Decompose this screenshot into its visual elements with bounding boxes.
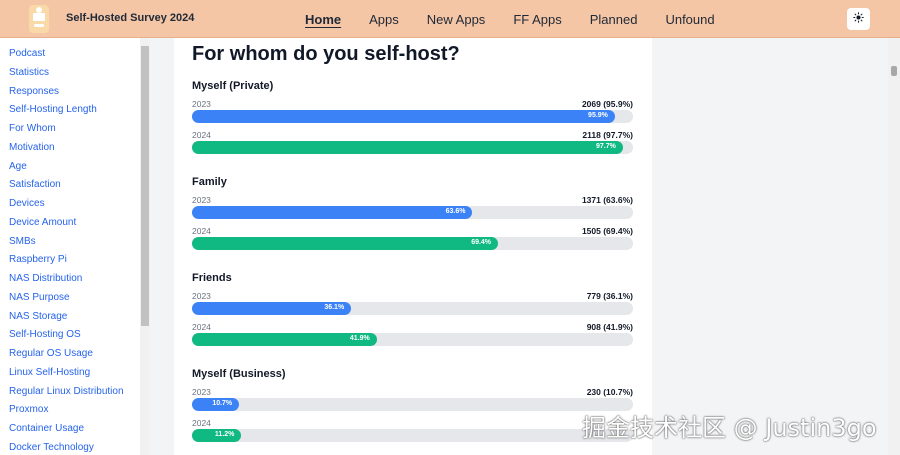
progress-track: 36.1% <box>192 302 633 315</box>
sidebar-item-linux-self-hosting[interactable]: Linux Self-Hosting <box>0 364 150 383</box>
progress-track: 95.9% <box>192 110 633 123</box>
progress-fill: 11.2% <box>192 429 242 442</box>
sidebar-item-nas-distribution[interactable]: NAS Distribution <box>0 270 150 289</box>
progress-fill-label: 69.4% <box>471 239 492 246</box>
site-title[interactable]: Self-Hosted Survey 2024 <box>66 12 194 24</box>
logo-icon[interactable] <box>26 3 52 35</box>
progress-fill: 63.6% <box>192 206 473 219</box>
progress-fill-label: 41.9% <box>349 335 370 342</box>
year-label: 2024 <box>192 418 211 428</box>
nav-planned[interactable]: Planned <box>590 12 638 27</box>
sidebar-item-device-amount[interactable]: Device Amount <box>0 214 150 233</box>
progress-fill: 36.1% <box>192 302 352 315</box>
nav-home[interactable]: Home <box>305 12 341 27</box>
progress-fill: 95.9% <box>192 110 615 123</box>
sidebar-item-regular-os-usage[interactable]: Regular OS Usage <box>0 345 150 364</box>
sidebar-item-satisfaction[interactable]: Satisfaction <box>0 176 150 195</box>
progress-track: 11.2% <box>192 429 633 442</box>
sidebar-item-statistics[interactable]: Statistics <box>0 64 150 83</box>
progress-track: 69.4% <box>192 237 633 250</box>
sidebar-item-motivation[interactable]: Motivation <box>0 139 150 158</box>
year-label: 2023 <box>192 291 211 301</box>
sidebar-item-nas-purpose[interactable]: NAS Purpose <box>0 289 150 308</box>
progress-track: 10.7% <box>192 398 633 411</box>
sidebar-item-regular-linux-distribution[interactable]: Regular Linux Distribution <box>0 383 150 402</box>
main-nav: Home Apps New Apps FF Apps Planned Unfou… <box>305 0 743 38</box>
year-label: 2024 <box>192 130 211 140</box>
count-label: 779 (36.1%) <box>586 291 633 301</box>
group-title: Myself (Private) <box>192 80 274 92</box>
group-title: Family <box>192 176 227 188</box>
top-header: Self-Hosted Survey 2024 Home Apps New Ap… <box>0 0 900 38</box>
group-title: Friends <box>192 272 232 284</box>
sidebar: Podcast Statistics Responses Self-Hostin… <box>0 38 150 455</box>
count-label: 2069 (95.9%) <box>581 99 633 109</box>
sidebar-item-docker-technology[interactable]: Docker Technology <box>0 439 150 455</box>
count-label: 2118 (97.7%) <box>582 130 633 140</box>
watermark: 掘金技术社区 @ Justin3go <box>582 414 877 442</box>
year-label: 2024 <box>192 226 211 236</box>
year-label: 2023 <box>192 387 211 397</box>
sidebar-item-devices[interactable]: Devices <box>0 195 150 214</box>
progress-fill-label: 95.9% <box>588 112 608 119</box>
page-scrollbar[interactable] <box>888 38 900 455</box>
year-label: 2024 <box>192 322 211 332</box>
sidebar-item-podcast[interactable]: Podcast <box>0 45 150 64</box>
nav-new-apps[interactable]: New Apps <box>427 12 486 27</box>
sidebar-item-container-usage[interactable]: Container Usage <box>0 420 150 439</box>
nav-apps[interactable]: Apps <box>369 12 399 27</box>
progress-fill-label: 11.2% <box>214 431 235 438</box>
nav-unfound[interactable]: Unfound <box>665 12 714 27</box>
progress-fill: 97.7% <box>192 141 623 154</box>
sidebar-scrollbar[interactable] <box>140 38 150 455</box>
count-label: 1371 (63.6%) <box>581 195 633 205</box>
sidebar-item-proxmox[interactable]: Proxmox <box>0 401 150 420</box>
progress-fill-label: 36.1% <box>324 304 345 311</box>
group-title: Myself (Business) <box>192 368 286 380</box>
progress-track: 41.9% <box>192 333 633 346</box>
main-content-card: For whom do you self-host? Myself (Priva… <box>174 38 652 455</box>
count-label: 908 (41.9%) <box>586 322 633 332</box>
progress-track: 63.6% <box>192 206 633 219</box>
progress-fill-label: 97.7% <box>595 143 616 150</box>
sidebar-item-self-hosting-os[interactable]: Self-Hosting OS <box>0 326 150 345</box>
sidebar-list: Podcast Statistics Responses Self-Hostin… <box>0 38 150 455</box>
sidebar-item-raspberry-pi[interactable]: Raspberry Pi <box>0 251 150 270</box>
sidebar-item-responses[interactable]: Responses <box>0 83 150 102</box>
sidebar-item-age[interactable]: Age <box>0 158 150 177</box>
theme-toggle-button[interactable] <box>847 8 870 30</box>
count-label: 1505 (69.4%) <box>581 226 633 236</box>
page-scrollbar-thumb[interactable] <box>891 66 897 76</box>
year-label: 2023 <box>192 195 211 205</box>
sidebar-item-nas-storage[interactable]: NAS Storage <box>0 308 150 327</box>
sun-icon <box>853 10 864 28</box>
sidebar-item-self-hosting-length[interactable]: Self-Hosting Length <box>0 101 150 120</box>
count-label: 230 (10.7%) <box>586 387 633 397</box>
progress-track: 97.7% <box>192 141 633 154</box>
sidebar-item-smbs[interactable]: SMBs <box>0 233 150 252</box>
progress-fill-label: 63.6% <box>445 208 466 215</box>
page-title: For whom do you self-host? <box>192 43 460 65</box>
progress-fill: 69.4% <box>192 237 499 250</box>
year-label: 2023 <box>192 99 211 109</box>
sidebar-item-for-whom[interactable]: For Whom <box>0 120 150 139</box>
progress-fill: 10.7% <box>192 398 240 411</box>
progress-fill: 41.9% <box>192 333 377 346</box>
progress-fill-label: 10.7% <box>212 400 233 407</box>
nav-ff-apps[interactable]: FF Apps <box>513 12 561 27</box>
sidebar-scrollbar-thumb[interactable] <box>141 46 149 326</box>
